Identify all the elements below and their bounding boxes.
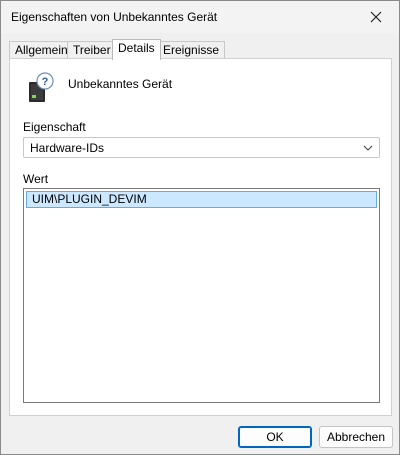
close-icon — [370, 11, 382, 23]
cancel-button[interactable]: Abbrechen — [319, 426, 393, 448]
chevron-down-icon — [363, 145, 373, 151]
tab-ereignisse[interactable]: Ereignisse — [157, 41, 226, 59]
property-select[interactable]: Hardware-IDs — [23, 137, 380, 158]
ok-button[interactable]: OK — [238, 426, 312, 448]
value-list[interactable]: UIM\PLUGIN_DEVIM — [23, 188, 380, 403]
close-button[interactable] — [353, 1, 399, 33]
unknown-device-icon: ? — [29, 72, 54, 102]
tab-allgemein[interactable]: Allgemein — [9, 41, 74, 59]
details-panel: ? Unbekanntes Gerät Eigenschaft Hardware… — [9, 58, 392, 416]
property-selected-value: Hardware-IDs — [30, 141, 105, 155]
tab-strip: Allgemein Treiber Details Ereignisse — [9, 39, 393, 60]
tab-treiber[interactable]: Treiber — [67, 41, 117, 59]
title-bar[interactable]: Eigenschaften von Unbekanntes Gerät — [1, 1, 399, 33]
tab-details[interactable]: Details — [112, 39, 161, 60]
value-label: Wert — [23, 172, 49, 186]
window-title: Eigenschaften von Unbekanntes Gerät — [11, 10, 218, 24]
svg-text:?: ? — [42, 76, 49, 88]
device-name: Unbekanntes Gerät — [68, 77, 173, 91]
properties-dialog: Eigenschaften von Unbekanntes Gerät Allg… — [0, 0, 400, 455]
property-label: Eigenschaft — [23, 120, 86, 134]
list-item[interactable]: UIM\PLUGIN_DEVIM — [26, 191, 377, 208]
